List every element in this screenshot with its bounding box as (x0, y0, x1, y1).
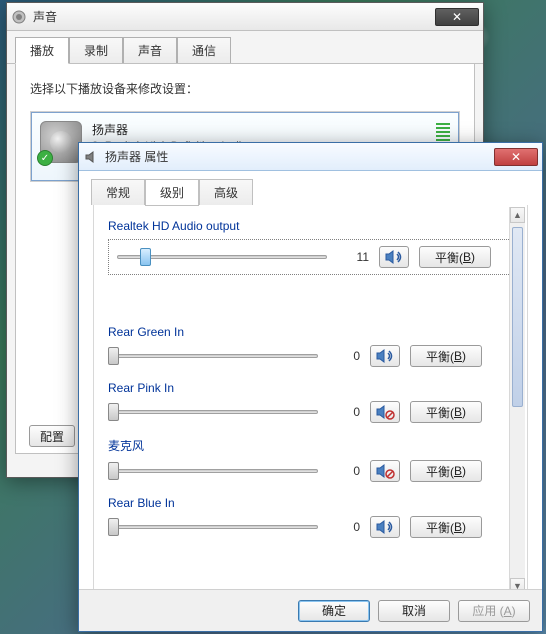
mute-off-button[interactable] (370, 516, 400, 538)
tab-playback[interactable]: 播放 (15, 37, 69, 64)
channel-title: 麦克风 (108, 437, 513, 454)
volume-slider[interactable] (108, 460, 318, 482)
props-titlebar[interactable]: 扬声器 属性 ✕ (79, 143, 542, 171)
props-close-button[interactable]: ✕ (494, 148, 538, 166)
scrollbar[interactable]: ▲ ▼ (509, 207, 525, 594)
device-name: 扬声器 (92, 121, 430, 138)
default-check-icon: ✓ (37, 150, 53, 166)
channel-title: Realtek HD Audio output (108, 219, 513, 233)
volume-value: 11 (337, 250, 369, 264)
tab-recording[interactable]: 录制 (69, 37, 123, 63)
mute-off-button[interactable] (379, 246, 409, 268)
speaker-muted-icon (375, 462, 395, 480)
sound-tabs: 播放 录制 声音 通信 (7, 31, 483, 64)
speaker-icon (375, 518, 395, 536)
channel-row: 0 平衡(B) (108, 401, 513, 423)
mute-on-button[interactable] (370, 401, 400, 423)
device-icon-wrap: ✓ (40, 121, 82, 163)
volume-value: 0 (328, 405, 360, 419)
speaker-icon (384, 248, 404, 266)
mute-off-button[interactable] (370, 345, 400, 367)
levels-panel: Realtek HD Audio output 11 平衡(B) Rear Green… (93, 205, 528, 597)
tab-advanced[interactable]: 高级 (199, 179, 253, 205)
props-title: 扬声器 属性 (105, 148, 494, 165)
channel-row: 0 平衡(B) (108, 460, 513, 482)
sound-titlebar[interactable]: 声音 ✕ (7, 3, 483, 31)
channel-row: 0 平衡(B) (108, 345, 513, 367)
channel-row: 11 平衡(B) (108, 239, 513, 275)
volume-slider[interactable] (117, 246, 327, 268)
speaker-app-icon (11, 9, 27, 25)
speaker-icon (375, 347, 395, 365)
ok-button[interactable]: 确定 (298, 600, 370, 622)
volume-value: 0 (328, 349, 360, 363)
channel-row: 0 平衡(B) (108, 516, 513, 538)
balance-button[interactable]: 平衡(B) (410, 516, 482, 538)
volume-value: 0 (328, 464, 360, 478)
balance-button[interactable]: 平衡(B) (410, 345, 482, 367)
properties-window: 扬声器 属性 ✕ 常规 级别 高级 Realtek HD Audio outpu… (78, 142, 543, 632)
props-tabs: 常规 级别 高级 (79, 171, 542, 205)
scroll-thumb[interactable] (512, 227, 523, 407)
scroll-up-icon[interactable]: ▲ (510, 207, 525, 223)
tab-general[interactable]: 常规 (91, 179, 145, 205)
sound-title: 声音 (33, 8, 435, 25)
volume-slider[interactable] (108, 401, 318, 423)
volume-slider[interactable] (108, 345, 318, 367)
apply-button[interactable]: 应用 (A) (458, 600, 530, 622)
sound-instruction: 选择以下播放设备来修改设置： (30, 80, 460, 97)
channel-title: Rear Green In (108, 325, 513, 339)
mute-on-button[interactable] (370, 460, 400, 482)
cancel-button[interactable]: 取消 (378, 600, 450, 622)
balance-button[interactable]: 平衡(B) (419, 246, 491, 268)
channel-title: Rear Pink In (108, 381, 513, 395)
props-footer: 确定 取消 应用 (A) (79, 589, 542, 631)
speaker-muted-icon (375, 403, 395, 421)
speaker-app-icon (83, 149, 99, 165)
tab-sounds[interactable]: 声音 (123, 37, 177, 63)
configure-button[interactable]: 配置 (29, 425, 75, 447)
balance-button[interactable]: 平衡(B) (410, 401, 482, 423)
balance-button[interactable]: 平衡(B) (410, 460, 482, 482)
tab-communications[interactable]: 通信 (177, 37, 231, 63)
tab-levels[interactable]: 级别 (145, 179, 199, 206)
volume-value: 0 (328, 520, 360, 534)
volume-slider[interactable] (108, 516, 318, 538)
sound-close-button[interactable]: ✕ (435, 8, 479, 26)
channel-title: Rear Blue In (108, 496, 513, 510)
props-body: Realtek HD Audio output 11 平衡(B) Rear Green… (79, 205, 542, 623)
